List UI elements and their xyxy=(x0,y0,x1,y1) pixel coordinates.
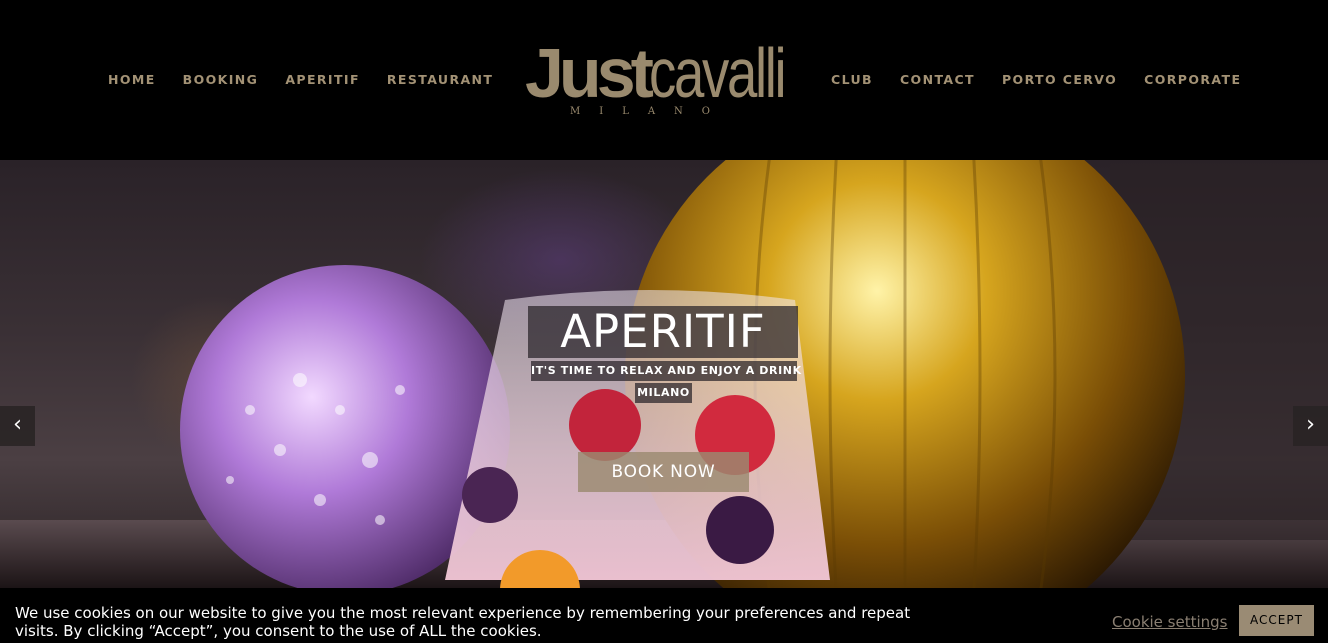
next-slide-button[interactable]: › xyxy=(1293,406,1328,446)
site-header: HOME BOOKING APERITIF RESTAURANT Justcav… xyxy=(0,0,1328,160)
chevron-right-icon: › xyxy=(1306,412,1315,437)
nav-booking[interactable]: BOOKING xyxy=(183,72,259,88)
book-now-button[interactable]: BOOK NOW xyxy=(578,452,749,492)
nav-corporate[interactable]: CORPORATE xyxy=(1144,72,1241,88)
chevron-left-icon: ‹ xyxy=(13,412,22,437)
main-nav-left: HOME BOOKING APERITIF RESTAURANT xyxy=(108,72,520,88)
slide-city: MILANO xyxy=(635,383,692,403)
nav-restaurant[interactable]: RESTAURANT xyxy=(387,72,493,88)
prev-slide-button[interactable]: ‹ xyxy=(0,406,35,446)
cookie-settings-link[interactable]: Cookie settings xyxy=(1112,613,1228,631)
slide-caption: APERITIF IT'S TIME TO RELAX AND ENJOY A … xyxy=(0,160,1328,588)
slide-subtitle: IT'S TIME TO RELAX AND ENJOY A DRINK xyxy=(531,361,801,381)
slide-title: APERITIF xyxy=(528,306,798,358)
hero-slider: APERITIF IT'S TIME TO RELAX AND ENJOY A … xyxy=(0,160,1328,588)
nav-home[interactable]: HOME xyxy=(108,72,156,88)
logo-word-cavalli: cavalli xyxy=(648,34,787,112)
nav-aperitif[interactable]: APERITIF xyxy=(285,72,360,88)
nav-contact[interactable]: CONTACT xyxy=(900,72,975,88)
logo-subtitle: MILANO xyxy=(570,106,729,117)
cookie-message: We use cookies on our website to give yo… xyxy=(15,604,911,640)
cookie-banner: We use cookies on our website to give yo… xyxy=(0,588,1328,643)
brand-logo[interactable]: Justcavalli MILANO xyxy=(525,38,787,122)
logo-word-just: Just xyxy=(525,34,654,112)
accept-cookies-button[interactable]: ACCEPT xyxy=(1239,605,1314,636)
nav-porto-cervo[interactable]: PORTO CERVO xyxy=(1002,72,1117,88)
main-nav-right: CLUB CONTACT PORTO CERVO CORPORATE xyxy=(831,72,1268,88)
nav-club[interactable]: CLUB xyxy=(831,72,873,88)
